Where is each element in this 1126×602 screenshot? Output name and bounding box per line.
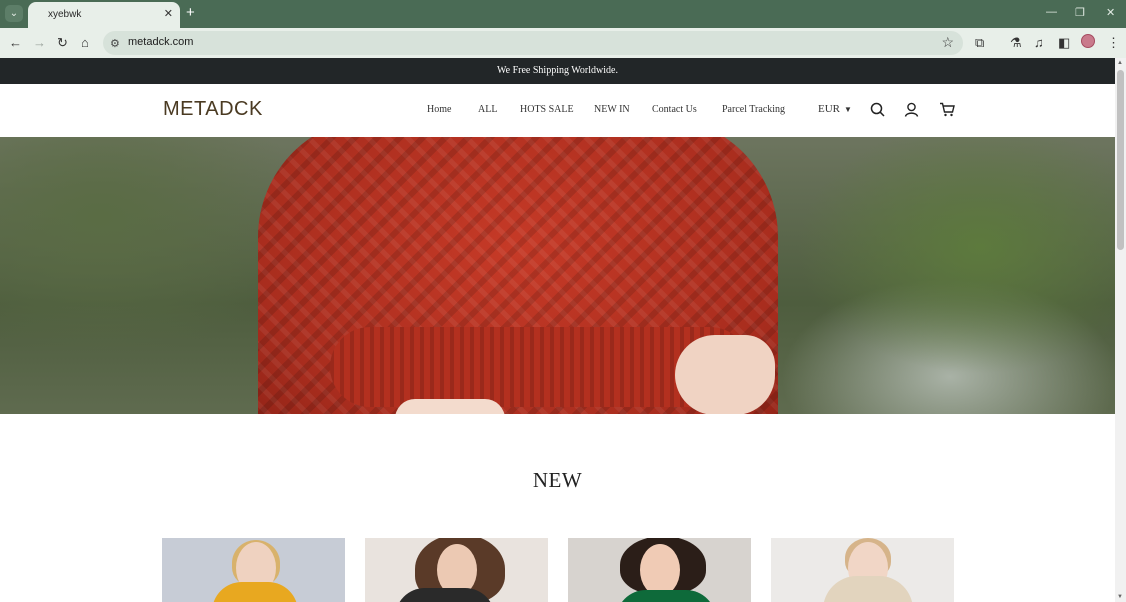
nav-home[interactable]: Home [427,104,451,115]
product-card[interactable] [365,538,548,602]
page-scrollbar[interactable]: ▲ ▼ [1115,58,1126,602]
site-logo[interactable]: METADCK [163,98,263,121]
product-card[interactable] [162,538,345,602]
reload-icon[interactable]: ↻ [57,35,68,51]
product-card[interactable] [568,538,751,602]
profile-avatar[interactable] [1081,34,1095,48]
search-icon[interactable] [870,102,885,117]
back-icon[interactable]: ← [9,35,22,50]
browser-toolbar: ← → ↻ ⌂ ⚙ metadck.com ☆ ⧉ ⚗ ♫ ◧ ⋮ [0,28,1126,58]
nav-all[interactable]: ALL [478,104,497,115]
site-info-icon[interactable]: ⚙ [110,37,120,50]
minimize-icon[interactable]: — [1046,6,1057,18]
side-panel-icon[interactable]: ◧ [1058,35,1070,51]
restore-icon[interactable]: ❐ [1075,6,1085,19]
section-title-new: NEW [532,468,583,492]
extensions-icon[interactable]: ⧉ [975,35,984,51]
forward-icon[interactable]: → [33,35,46,50]
media-control-icon[interactable]: ♫ [1034,35,1044,50]
new-tab-icon[interactable]: + [186,4,195,21]
tab-list-button[interactable]: ⌄ [5,5,23,22]
scroll-thumb[interactable] [1117,70,1124,250]
nav-new-in[interactable]: NEW IN [594,104,630,115]
close-window-icon[interactable]: ✕ [1106,6,1115,19]
bookmark-star-icon[interactable]: ☆ [941,34,954,51]
url-text[interactable]: metadck.com [128,36,193,48]
hero-hand-left [395,399,505,414]
hero-hand-right [675,335,775,414]
announcement-bar: We Free Shipping Worldwide. [0,58,1115,84]
caret-down-icon: ▼ [844,105,852,114]
address-bar[interactable]: ⚙ metadck.com ☆ [103,31,963,55]
currency-selector[interactable]: EUR ▼ [818,103,852,115]
close-tab-icon[interactable]: ✕ [164,7,173,20]
nav-hots-sale[interactable]: HOTS SALE [520,104,574,115]
scroll-up-icon[interactable]: ▲ [1117,60,1123,66]
nav-contact-us[interactable]: Contact Us [652,104,697,115]
hero-banner[interactable] [0,137,1115,414]
browser-tab-bar: ⌄ xyebwk ✕ + — ❐ ✕ [0,0,1126,28]
home-icon[interactable]: ⌂ [81,35,89,50]
scroll-down-icon[interactable]: ▼ [1117,594,1123,600]
currency-label: EUR [818,103,840,115]
account-icon[interactable] [904,102,919,117]
web-page: We Free Shipping Worldwide. METADCK Home… [0,58,1115,602]
cart-icon[interactable] [939,102,955,117]
site-header: METADCK Home ALL HOTS SALE NEW IN Contac… [0,84,1115,137]
nav-parcel-tracking[interactable]: Parcel Tracking [722,104,785,115]
browser-tab[interactable]: xyebwk ✕ [28,2,180,28]
labs-icon[interactable]: ⚗ [1010,35,1022,51]
tab-title: xyebwk [48,9,82,20]
menu-icon[interactable]: ⋮ [1107,35,1120,51]
product-card[interactable] [771,538,954,602]
